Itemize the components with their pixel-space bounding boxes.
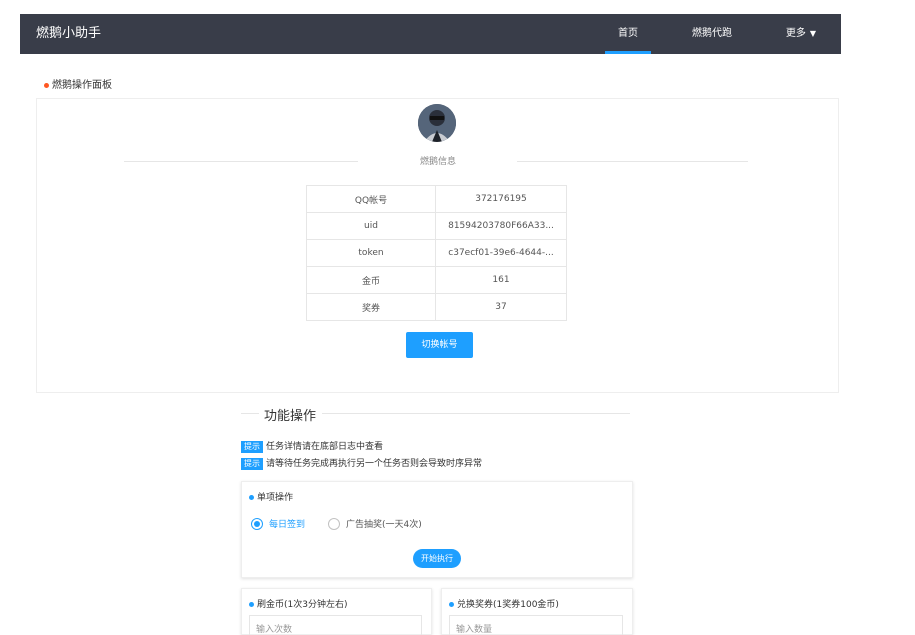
caret-down-icon: ▼ [809, 29, 817, 38]
table-cell-label: token [306, 239, 436, 267]
func-divider-right [322, 413, 630, 414]
table-cell-value: 81594203780F66A33... [435, 212, 567, 240]
brand-title: 燃鹅小助手 [36, 26, 102, 41]
coins-count-input[interactable]: 输入次数 [249, 615, 422, 635]
tip-text: 请等待任务完成再执行另一个任务否则会导致时序异常 [266, 459, 483, 469]
tip-badge: 提示 [241, 458, 263, 470]
panel-title: 燃鹅操作面板 [44, 76, 112, 91]
exchange-title-text: 兑换奖券(1奖券100金币) [457, 600, 559, 610]
func-divider-left [241, 413, 259, 414]
coins-title: 刷金币(1次3分钟左右) [249, 597, 347, 610]
nav-home[interactable]: 首页 [605, 14, 651, 54]
nav-proxy-run-label: 燃鹅代跑 [692, 28, 732, 39]
radio-unchecked-icon [328, 517, 340, 530]
table-row: uid 81594203780F66A33... [306, 212, 567, 240]
bullet-dot-icon [449, 602, 454, 607]
table-cell-label: uid [306, 212, 436, 240]
bullet-dot-icon [44, 82, 49, 88]
radio-daily-checkin[interactable]: 每日签到 [251, 517, 305, 530]
radio-checked-icon [251, 517, 263, 530]
table-cell-value: 37 [435, 293, 567, 321]
avatar-image [418, 104, 456, 142]
exchange-amount-input[interactable]: 输入数量 [449, 615, 623, 635]
start-execute-button[interactable]: 开始执行 [413, 549, 461, 568]
table-row: 金币 161 [306, 266, 567, 294]
tip-row: 提示 请等待任务完成再执行另一个任务否则会导致时序异常 [241, 456, 482, 470]
table-row: token c37ecf01-39e6-4644-... [306, 239, 567, 267]
bullet-dot-icon [249, 602, 254, 607]
bullet-dot-icon [249, 495, 254, 500]
table-cell-label: 金币 [306, 266, 436, 294]
table-cell-value: c37ecf01-39e6-4644-... [435, 239, 567, 267]
panel-title-text: 燃鹅操作面板 [52, 80, 112, 91]
table-cell-label: QQ帐号 [306, 185, 436, 213]
coins-title-text: 刷金币(1次3分钟左右) [257, 600, 348, 610]
avatar [418, 104, 456, 142]
divider-right [517, 161, 748, 162]
radio-label: 广告抽奖(一天4次) [346, 520, 422, 530]
table-row: 奖券 37 [306, 293, 567, 321]
single-operation-title-text: 单项操作 [257, 493, 294, 503]
tip-badge: 提示 [241, 441, 263, 453]
top-navbar: 燃鹅小助手 首页 燃鹅代跑 更多 ▼ [20, 14, 841, 54]
table-cell-value: 372176195 [435, 185, 567, 213]
functions-title: 功能操作 [264, 409, 317, 424]
tip-row: 提示 任务详情请在底部日志中查看 [241, 439, 383, 453]
nav-more[interactable]: 更多 ▼ [777, 14, 825, 54]
single-operation-title: 单项操作 [249, 490, 293, 503]
section-label: 燃鹅信息 [419, 157, 456, 167]
radio-ad-lottery[interactable]: 广告抽奖(一天4次) [328, 517, 422, 530]
account-info-table: QQ帐号 372176195 uid 81594203780F66A33... … [306, 185, 567, 321]
radio-label: 每日签到 [269, 520, 306, 530]
nav-proxy-run[interactable]: 燃鹅代跑 [685, 14, 739, 54]
switch-account-button[interactable]: 切换帐号 [406, 332, 473, 358]
nav-home-label: 首页 [618, 28, 638, 39]
table-row: QQ帐号 372176195 [306, 185, 567, 213]
active-tab-indicator [605, 51, 651, 54]
table-cell-label: 奖券 [306, 293, 436, 321]
divider-left [124, 161, 358, 162]
table-cell-value: 161 [435, 266, 567, 294]
tip-text: 任务详情请在底部日志中查看 [266, 442, 384, 452]
exchange-input-placeholder: 输入数量 [456, 625, 493, 635]
nav-more-label: 更多 [785, 28, 806, 39]
exchange-title: 兑换奖券(1奖券100金币) [449, 597, 559, 610]
coins-input-placeholder: 输入次数 [256, 625, 293, 635]
